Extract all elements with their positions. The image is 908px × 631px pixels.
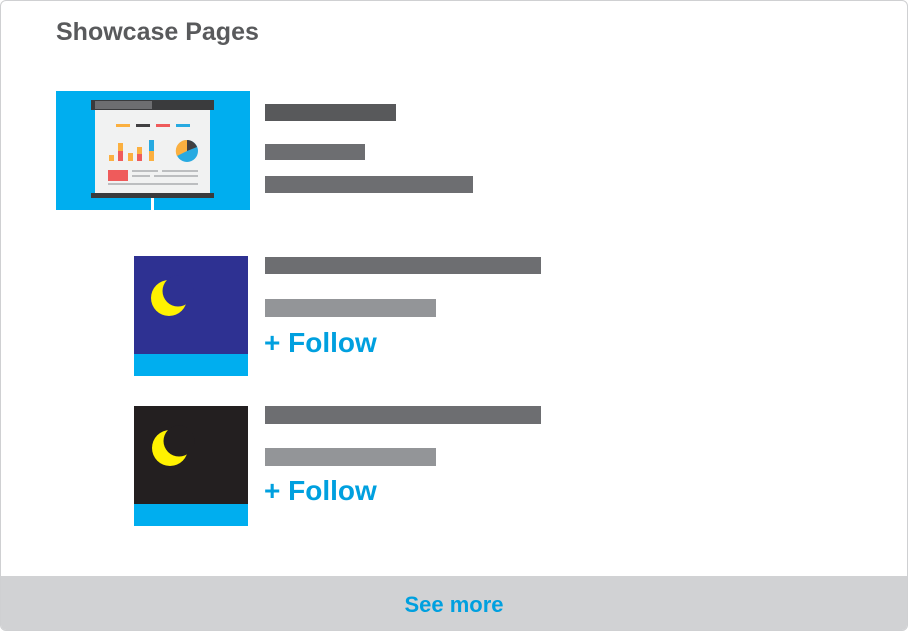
showcase-subtitle-placeholder-1 <box>265 299 436 317</box>
panel-title: Showcase Pages <box>56 18 259 46</box>
showcase-subtitle-placeholder-2 <box>265 448 436 466</box>
showcase-thumbnail-2[interactable] <box>134 406 248 526</box>
showcase-name-placeholder-1 <box>265 257 541 274</box>
follow-button-2[interactable]: + Follow <box>264 475 377 507</box>
featured-subtitle-placeholder <box>265 144 365 160</box>
featured-name-placeholder <box>265 104 396 121</box>
showcase-thumbnail-1[interactable] <box>134 256 248 376</box>
featured-thumbnail[interactable] <box>56 91 250 210</box>
see-more-link[interactable]: See more <box>404 588 503 618</box>
featured-description-placeholder <box>265 176 473 193</box>
see-more-footer[interactable]: See more <box>1 576 907 630</box>
showcase-pages-panel: Showcase Pages + Follow + Follow See mor… <box>0 0 908 631</box>
showcase-name-placeholder-2 <box>265 406 541 424</box>
crescent-moon-icon <box>134 256 248 376</box>
follow-button-1[interactable]: + Follow <box>264 327 377 359</box>
presentation-board-chart-icon <box>56 91 250 210</box>
crescent-moon-icon <box>134 406 248 526</box>
